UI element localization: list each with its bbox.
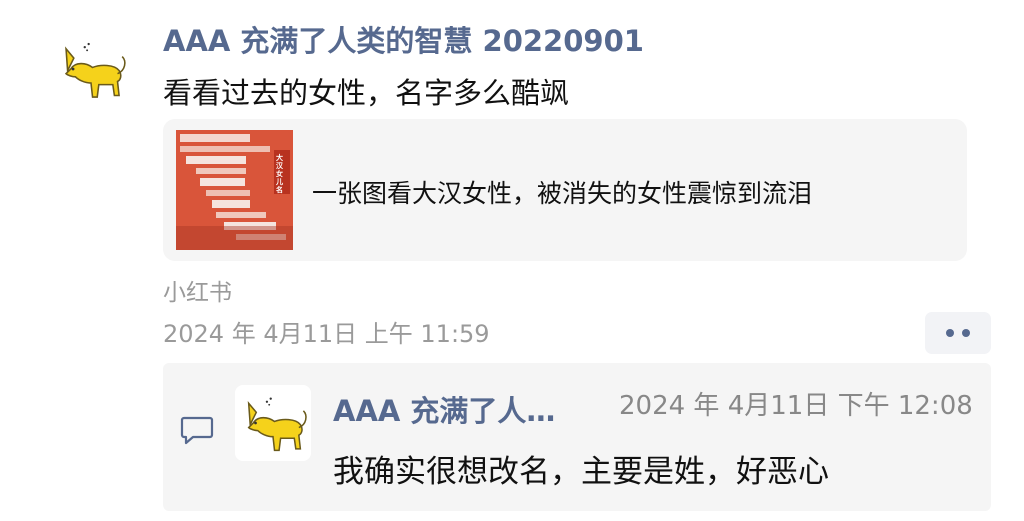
svg-text:名: 名 [276,185,283,194]
comment-icon [180,416,214,445]
post-timestamp: 2024 年 4月11日 上午 11:59 [163,320,490,348]
comment-author-avatar[interactable] [235,385,311,461]
svg-text:大: 大 [276,153,283,162]
link-thumbnail: 大 汉 女 儿 名 [176,130,293,250]
svg-text:女: 女 [276,169,283,178]
yellow-cat-icon [64,42,126,98]
shared-link-card[interactable]: 大 汉 女 儿 名 一张图看大汉女性，被消失的女性震惊到流泪 [163,119,967,261]
svg-text:汉: 汉 [276,161,284,170]
post-author-name[interactable]: AAA 充满了人类的智慧 20220901 [163,18,644,60]
svg-text:儿: 儿 [275,178,283,186]
more-dot-icon [946,329,954,337]
more-options-button[interactable] [925,312,991,354]
comment-timestamp: 2024 年 4月11日 下午 12:08 [619,391,973,421]
post-author-avatar[interactable] [52,30,130,108]
more-dot-icon [962,329,970,337]
infographic-thumbnail: 大 汉 女 儿 名 [176,130,293,250]
comment-text: 我确实很想改名，主要是姓，好恶心 [333,454,829,490]
source-label[interactable]: 小红书 [163,273,232,307]
comment-section: AAA 充满了人… 2024 年 4月11日 下午 12:08 我确实很想改名，… [163,363,991,511]
link-title: 一张图看大汉女性，被消失的女性震惊到流泪 [312,179,813,208]
thumbnail-text: 大 汉 女 儿 名 [275,153,284,194]
comment-author-name[interactable]: AAA 充满了人… [333,388,555,430]
yellow-cat-icon [247,397,307,452]
post-text: 看看过去的女性，名字多么酷飒 [163,76,570,110]
